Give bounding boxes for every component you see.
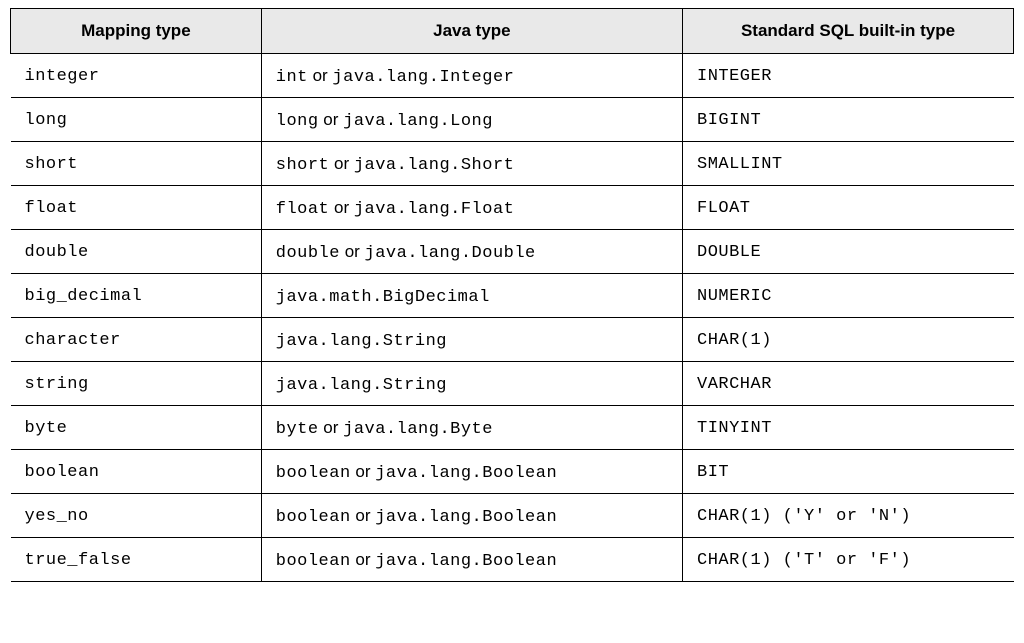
cell-mapping-type: string — [11, 362, 262, 406]
cell-sql-type: VARCHAR — [683, 362, 1014, 406]
or-text: or — [319, 418, 344, 437]
cell-sql-type: BIT — [683, 450, 1014, 494]
cell-sql-type: CHAR(1) — [683, 318, 1014, 362]
cell-java-type: double or java.lang.Double — [261, 230, 682, 274]
or-text: or — [329, 154, 354, 173]
or-text: or — [340, 242, 365, 261]
cell-mapping-type: character — [11, 318, 262, 362]
or-text: or — [319, 110, 344, 129]
or-text: or — [308, 66, 333, 85]
table-row: shortshort or java.lang.ShortSMALLINT — [11, 142, 1014, 186]
java-type-wrapper: java.lang.Short — [354, 156, 515, 175]
header-java-type: Java type — [261, 9, 682, 54]
cell-java-type: boolean or java.lang.Boolean — [261, 538, 682, 582]
table-row: string java.lang.String VARCHAR — [11, 362, 1014, 406]
table-row: big_decimal java.math.BigDecimal NUMERIC — [11, 274, 1014, 318]
cell-sql-type: FLOAT — [683, 186, 1014, 230]
java-type-primary: int — [276, 68, 308, 87]
cell-mapping-type: true_false — [11, 538, 262, 582]
java-type-primary: boolean — [276, 552, 351, 571]
cell-sql-type: CHAR(1) ('T' or 'F') — [683, 538, 1014, 582]
java-type-wrapper: java.lang.Boolean — [375, 464, 557, 483]
cell-sql-type: NUMERIC — [683, 274, 1014, 318]
cell-sql-type: CHAR(1) ('Y' or 'N') — [683, 494, 1014, 538]
cell-mapping-type: double — [11, 230, 262, 274]
cell-mapping-type: boolean — [11, 450, 262, 494]
java-type-primary: byte — [276, 420, 319, 439]
cell-sql-type: BIGINT — [683, 98, 1014, 142]
cell-java-type: boolean or java.lang.Boolean — [261, 450, 682, 494]
java-type-primary: float — [276, 200, 330, 219]
or-text: or — [351, 462, 376, 481]
table-header-row: Mapping type Java type Standard SQL buil… — [11, 9, 1014, 54]
table-row: longlong or java.lang.LongBIGINT — [11, 98, 1014, 142]
cell-java-type: int or java.lang.Integer — [261, 54, 682, 98]
cell-sql-type: SMALLINT — [683, 142, 1014, 186]
table-row: true_falseboolean or java.lang.BooleanCH… — [11, 538, 1014, 582]
cell-mapping-type: yes_no — [11, 494, 262, 538]
table-row: bytebyte or java.lang.ByteTINYINT — [11, 406, 1014, 450]
or-text: or — [351, 506, 376, 525]
java-type-primary: short — [276, 156, 330, 175]
java-type-primary: double — [276, 244, 340, 263]
cell-sql-type: DOUBLE — [683, 230, 1014, 274]
header-sql-type: Standard SQL built-in type — [683, 9, 1014, 54]
cell-java-type: java.math.BigDecimal — [261, 274, 682, 318]
cell-mapping-type: float — [11, 186, 262, 230]
cell-java-type: java.lang.String — [261, 318, 682, 362]
java-type-primary: boolean — [276, 508, 351, 527]
header-mapping-type: Mapping type — [11, 9, 262, 54]
java-type-wrapper: java.lang.Float — [354, 200, 515, 219]
table-row: doubledouble or java.lang.DoubleDOUBLE — [11, 230, 1014, 274]
cell-sql-type: INTEGER — [683, 54, 1014, 98]
cell-java-type: long or java.lang.Long — [261, 98, 682, 142]
table-row: integerint or java.lang.IntegerINTEGER — [11, 54, 1014, 98]
table-row: character java.lang.String CHAR(1) — [11, 318, 1014, 362]
or-text: or — [351, 550, 376, 569]
java-type-primary: java.lang.String — [276, 332, 447, 351]
java-type-wrapper: java.lang.Integer — [332, 68, 514, 87]
cell-mapping-type: byte — [11, 406, 262, 450]
cell-java-type: short or java.lang.Short — [261, 142, 682, 186]
java-type-wrapper: java.lang.Long — [343, 112, 493, 131]
cell-java-type: boolean or java.lang.Boolean — [261, 494, 682, 538]
cell-java-type: java.lang.String — [261, 362, 682, 406]
cell-mapping-type: short — [11, 142, 262, 186]
table-row: booleanboolean or java.lang.BooleanBIT — [11, 450, 1014, 494]
java-type-primary: java.math.BigDecimal — [276, 288, 490, 307]
cell-mapping-type: long — [11, 98, 262, 142]
java-type-primary: long — [276, 112, 319, 131]
cell-mapping-type: big_decimal — [11, 274, 262, 318]
table-row: floatfloat or java.lang.FloatFLOAT — [11, 186, 1014, 230]
cell-sql-type: TINYINT — [683, 406, 1014, 450]
cell-java-type: byte or java.lang.Byte — [261, 406, 682, 450]
java-type-wrapper: java.lang.Double — [365, 244, 536, 263]
java-type-primary: java.lang.String — [276, 376, 447, 395]
table-row: yes_noboolean or java.lang.BooleanCHAR(1… — [11, 494, 1014, 538]
cell-mapping-type: integer — [11, 54, 262, 98]
or-text: or — [329, 198, 354, 217]
java-type-wrapper: java.lang.Boolean — [375, 552, 557, 571]
type-mapping-table: Mapping type Java type Standard SQL buil… — [10, 8, 1014, 582]
java-type-wrapper: java.lang.Boolean — [375, 508, 557, 527]
java-type-primary: boolean — [276, 464, 351, 483]
java-type-wrapper: java.lang.Byte — [343, 420, 493, 439]
cell-java-type: float or java.lang.Float — [261, 186, 682, 230]
